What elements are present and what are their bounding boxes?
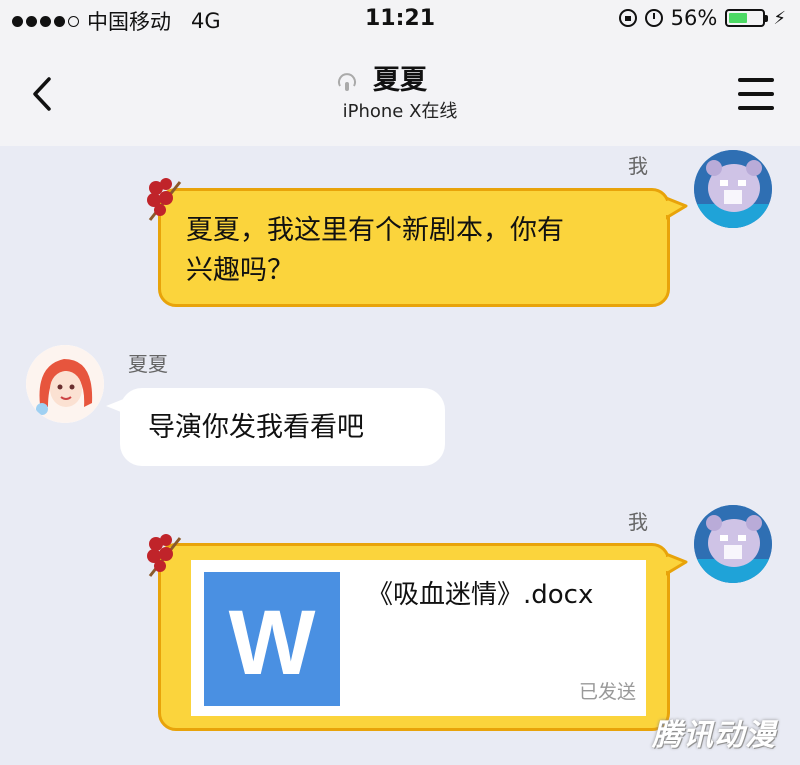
sender-name: 我 xyxy=(628,154,648,178)
chat-header: 夏夏 iPhone X在线 xyxy=(0,40,800,146)
sender-name: 我 xyxy=(628,510,648,534)
file-card[interactable]: W 《吸血迷情》.docx 已发送 xyxy=(191,560,646,716)
battery-percent: 56% xyxy=(670,6,718,30)
bubble-tail xyxy=(666,552,688,576)
avatar-me[interactable] xyxy=(694,150,772,228)
candy-hawthorn-icon xyxy=(147,534,182,577)
charging-icon: ⚡ xyxy=(773,7,786,29)
status-bar: 中国移动 4G 11:21 56% ⚡ xyxy=(0,0,800,40)
watermark-logo: 腾讯动漫 xyxy=(652,718,776,753)
svg-text:W: W xyxy=(229,592,316,694)
message-text-line: 夏夏，我这里有个新剧本，你有 xyxy=(186,215,564,246)
alarm-icon xyxy=(644,9,663,27)
message-text: 导演你发我看看吧 xyxy=(148,412,364,443)
online-status-icon xyxy=(338,73,356,91)
sender-name: 夏夏 xyxy=(128,352,168,376)
avatar-me[interactable] xyxy=(694,505,772,583)
file-name: 《吸血迷情》.docx xyxy=(367,580,594,610)
contact-name[interactable]: 夏夏 xyxy=(0,58,800,97)
message-text-line: 兴趣吗？ xyxy=(186,255,294,286)
battery-icon xyxy=(725,9,769,27)
send-status: 已发送 xyxy=(578,681,636,703)
online-status: iPhone X在线 xyxy=(342,101,458,122)
hamburger-menu-icon[interactable] xyxy=(738,78,774,110)
avatar-xiaxia[interactable] xyxy=(26,345,104,423)
bubble-tail xyxy=(106,398,126,414)
rotation-lock-icon xyxy=(618,9,637,27)
bubble-tail xyxy=(666,196,688,220)
word-document-icon: W xyxy=(204,572,340,706)
status-icons: 56% ⚡ xyxy=(618,6,786,30)
candy-hawthorn-icon xyxy=(147,178,182,221)
